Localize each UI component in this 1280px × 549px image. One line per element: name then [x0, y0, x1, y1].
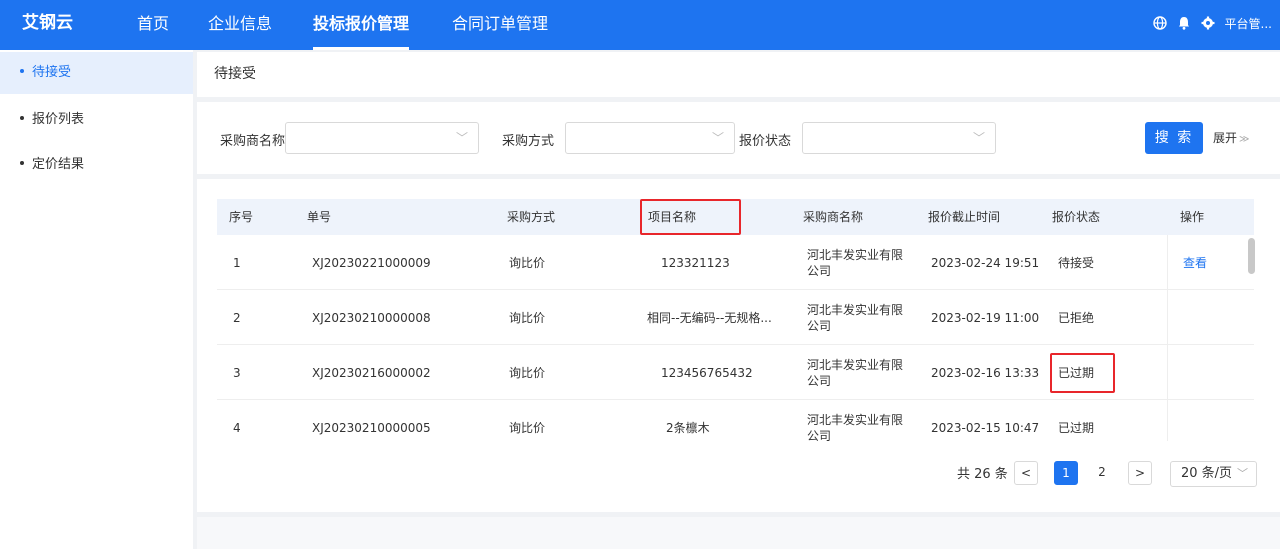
highlight-box — [1050, 353, 1115, 393]
buyer-name-select[interactable]: ﹀ — [285, 122, 479, 154]
globe-icon[interactable] — [1152, 16, 1167, 30]
page-size-select[interactable]: 20 条/页 ﹀ — [1170, 461, 1257, 487]
nav-company-info[interactable]: 企业信息 — [208, 0, 272, 50]
double-chevron-down-icon: ≫ — [1239, 134, 1250, 145]
purchase-method-select[interactable]: ﹀ — [565, 122, 735, 154]
cell-project: 123456765432 — [661, 365, 753, 380]
col-header-deadline: 报价截止时间 — [928, 210, 1001, 224]
brand-logo[interactable]: 艾钢云 — [22, 0, 73, 46]
cell-order-no: XJ20230210000008 — [312, 310, 431, 325]
user-menu[interactable]: 平台管... — [1225, 15, 1272, 32]
table-row: 1 XJ20230221000009 询比价 123321123 河北丰发实业有… — [217, 235, 1254, 290]
filter-panel: 采购商名称 ﹀ 采购方式 ﹀ 报价状态 ﹀ 搜 索 展开 ≫ — [197, 102, 1280, 174]
quote-status-label: 报价状态 — [739, 134, 792, 149]
cell-index: 3 — [233, 365, 241, 380]
bullet-icon — [20, 68, 24, 73]
cell-deadline: 2023-02-24 19:51 — [931, 255, 1040, 270]
cell-deadline: 2023-02-16 13:33 — [931, 365, 1040, 380]
table-row: 4 XJ20230210000005 询比价 2条檩木 河北丰发实业有限公司 2… — [217, 400, 1254, 442]
bell-icon[interactable] — [1177, 16, 1191, 30]
table-body: 1 XJ20230221000009 询比价 123321123 河北丰发实业有… — [217, 235, 1254, 441]
table-row: 2 XJ20230210000008 询比价 相同--无编码--无规格... 河… — [217, 290, 1254, 345]
cell-order-no: XJ20230216000002 — [312, 365, 431, 380]
cell-order-no: XJ20230221000009 — [312, 255, 431, 270]
cell-status: 已拒绝 — [1058, 311, 1095, 325]
sidebar: 待接受 报价列表 定价结果 — [0, 50, 193, 549]
cell-buyer: 河北丰发实业有限公司 — [807, 357, 904, 388]
page-size-value: 20 条/页 — [1181, 466, 1233, 481]
total-count: 共 26 条 — [957, 467, 1008, 482]
table-scrollbar[interactable] — [1248, 238, 1255, 274]
cell-index: 1 — [233, 255, 241, 270]
page-button-1[interactable]: 1 — [1054, 461, 1078, 485]
cell-order-no: XJ20230210000005 — [312, 420, 431, 435]
purchase-method-label: 采购方式 — [502, 134, 555, 149]
cell-project: 2条檩木 — [666, 421, 710, 435]
col-header-status: 报价状态 — [1052, 210, 1101, 224]
cell-buyer: 河北丰发实业有限公司 — [807, 247, 904, 278]
search-button[interactable]: 搜 索 — [1145, 122, 1203, 154]
sidebar-item-label: 报价列表 — [32, 112, 85, 127]
cell-status: 待接受 — [1058, 256, 1095, 270]
chevron-down-icon: ﹀ — [711, 131, 724, 145]
view-link[interactable]: 查看 — [1183, 235, 1207, 290]
cell-project: 相同--无编码--无规格... — [647, 311, 772, 325]
prev-page-button[interactable]: < — [1014, 461, 1038, 485]
nav-home[interactable]: 首页 — [137, 0, 169, 50]
footer-strip — [197, 517, 1280, 549]
col-header-index: 序号 — [229, 210, 254, 224]
top-right-tools: 平台管... — [1152, 0, 1272, 46]
page-button-2[interactable]: 2 — [1090, 461, 1114, 485]
results-panel: 序号 单号 采购方式 项目名称 采购商名称 报价截止时间 报价状态 操作 1 X… — [197, 179, 1280, 512]
sidebar-item-label: 待接受 — [32, 65, 72, 80]
bullet-icon — [20, 160, 24, 165]
chevron-down-icon: ﹀ — [1237, 467, 1248, 480]
cell-deadline: 2023-02-19 11:00 — [931, 310, 1040, 325]
cell-project: 123321123 — [661, 255, 730, 270]
sidebar-item-quote-list[interactable]: 报价列表 — [0, 99, 193, 141]
next-page-button[interactable]: > — [1128, 461, 1152, 485]
page-title: 待接受 — [197, 52, 1280, 97]
cell-method: 询比价 — [509, 311, 546, 325]
col-header-action: 操作 — [1180, 210, 1205, 224]
cell-buyer: 河北丰发实业有限公司 — [807, 302, 904, 333]
highlight-box — [640, 199, 741, 235]
gear-icon[interactable] — [1201, 16, 1215, 30]
col-header-method: 采购方式 — [507, 210, 556, 224]
top-nav-bar: 艾钢云 首页 企业信息 投标报价管理 合同订单管理 平台管... — [0, 0, 1280, 50]
cell-status: 已过期 — [1058, 421, 1095, 435]
chevron-down-icon: ﹀ — [455, 131, 468, 145]
chevron-down-icon: ﹀ — [972, 131, 985, 145]
buyer-name-label: 采购商名称 — [220, 134, 286, 149]
cell-method: 询比价 — [509, 366, 546, 380]
cell-deadline: 2023-02-15 10:47 — [931, 420, 1040, 435]
nav-bid-quote-management[interactable]: 投标报价管理 — [313, 0, 410, 50]
expand-toggle[interactable]: 展开 ≫ — [1213, 129, 1249, 146]
cell-method: 询比价 — [509, 421, 546, 435]
cell-index: 4 — [233, 420, 241, 435]
col-header-buyer: 采购商名称 — [803, 210, 864, 224]
expand-label: 展开 — [1213, 131, 1238, 145]
bullet-icon — [20, 115, 24, 120]
cell-index: 2 — [233, 310, 241, 325]
col-header-order-no: 单号 — [307, 210, 332, 224]
cell-buyer: 河北丰发实业有限公司 — [807, 412, 904, 442]
sidebar-item-pending[interactable]: 待接受 — [0, 52, 193, 94]
sidebar-item-label: 定价结果 — [32, 157, 85, 172]
cell-method: 询比价 — [509, 256, 546, 270]
nav-contract-order-management[interactable]: 合同订单管理 — [452, 0, 548, 50]
quote-status-select[interactable]: ﹀ — [802, 122, 996, 154]
sidebar-item-pricing-result[interactable]: 定价结果 — [0, 144, 193, 186]
